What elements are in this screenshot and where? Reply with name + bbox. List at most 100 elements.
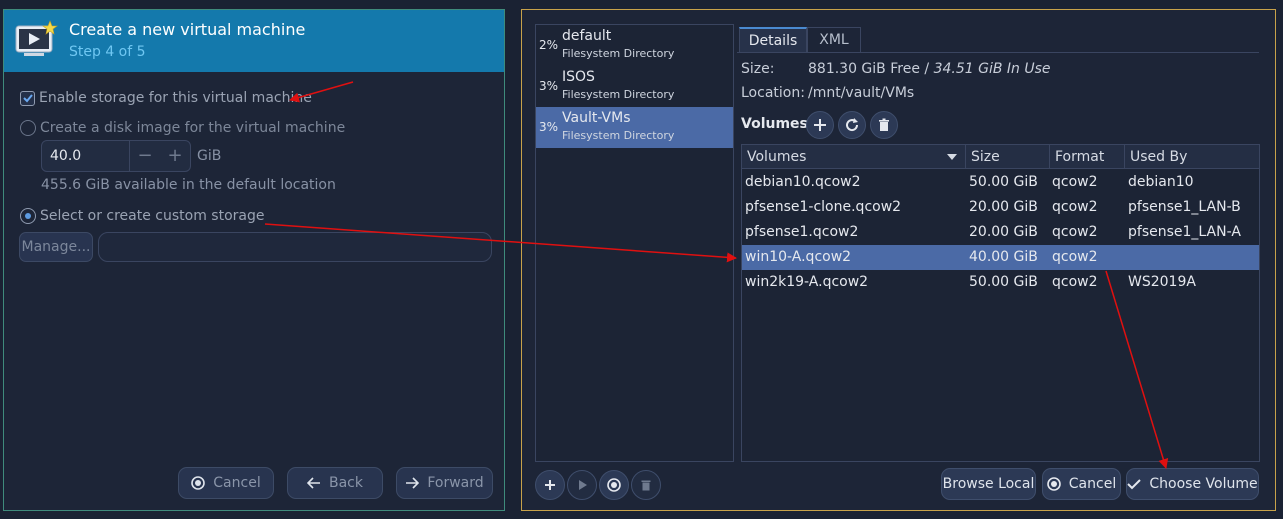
size-label: Size: (741, 61, 775, 77)
arrow-left-icon (307, 477, 320, 489)
checkmark-icon (1127, 479, 1142, 490)
volume-name: win2k19-A.qcow2 (745, 274, 869, 290)
column-header-volumes[interactable]: Volumes (742, 145, 966, 169)
table-row-selected[interactable]: win10-A.qcow2 40.00 GiB qcow2 (742, 245, 1259, 270)
new-vm-wizard-window: Create a new virtual machine Step 4 of 5… (3, 9, 505, 511)
tab-xml[interactable]: XML (807, 27, 861, 53)
pool-item-isos[interactable]: 3% ISOS Filesystem Directory (536, 66, 733, 107)
refresh-icon (846, 118, 859, 132)
delete-volume-button[interactable] (870, 111, 898, 139)
volume-name: pfsense1-clone.qcow2 (745, 199, 902, 215)
volume-name: debian10.qcow2 (745, 174, 861, 190)
custom-storage-radio[interactable] (20, 208, 36, 224)
volume-size: 50.00 GiB (969, 174, 1038, 190)
available-space-text: 455.6 GiB available in the default locat… (41, 177, 336, 193)
choose-volume-button[interactable]: Choose Volume (1126, 468, 1259, 500)
sort-down-icon (947, 154, 957, 160)
column-header-format[interactable]: Format (1050, 145, 1125, 169)
pool-usage: 3% (539, 79, 559, 93)
disk-size-stepper[interactable]: 40.0 − + (41, 140, 191, 172)
column-header-size[interactable]: Size (966, 145, 1050, 169)
column-header-volumes-label: Volumes (747, 149, 807, 165)
volume-format: qcow2 (1052, 224, 1098, 240)
manage-storage-button[interactable]: Manage... (19, 232, 93, 262)
create-disk-radio-row[interactable]: Create a disk image for the virtual mach… (20, 120, 345, 136)
storage-path-input[interactable] (98, 232, 492, 262)
volume-size: 20.00 GiB (969, 199, 1038, 215)
refresh-volumes-button[interactable] (838, 111, 866, 139)
create-disk-radio[interactable] (20, 120, 36, 136)
volume-used-by: WS2019A (1128, 274, 1196, 290)
volume-name: win10-A.qcow2 (745, 249, 852, 265)
wizard-cancel-button[interactable]: Cancel (178, 467, 274, 499)
disk-size-increment-button[interactable]: + (160, 141, 190, 171)
pool-type: Filesystem Directory (562, 47, 675, 60)
enable-storage-checkbox-row[interactable]: Enable storage for this virtual machine (20, 90, 312, 106)
tab-divider (737, 52, 1259, 53)
wizard-header: Create a new virtual machine Step 4 of 5 (4, 10, 504, 72)
delete-pool-button[interactable] (631, 470, 661, 500)
pool-type: Filesystem Directory (562, 129, 675, 142)
storage-pool-list: 2% default Filesystem Directory 3% ISOS … (535, 24, 734, 462)
pool-item-vault-vms[interactable]: 3% Vault-VMs Filesystem Directory (536, 107, 733, 148)
volume-used-by: pfsense1_LAN-B (1128, 199, 1241, 215)
table-row[interactable]: win2k19-A.qcow2 50.00 GiB qcow2 WS2019A (742, 270, 1259, 295)
wizard-title: Create a new virtual machine (69, 20, 306, 39)
disk-size-unit: GiB (197, 148, 222, 164)
enable-storage-label: Enable storage for this virtual machine (39, 90, 312, 106)
table-row[interactable]: pfsense1.qcow2 20.00 GiB qcow2 pfsense1_… (742, 220, 1259, 245)
virtual-machine-icon (15, 20, 58, 56)
volumes-heading: Volumes (741, 116, 808, 132)
arrow-right-icon (406, 477, 420, 489)
add-pool-button[interactable] (535, 470, 565, 500)
pool-name: ISOS (562, 69, 595, 85)
wizard-back-label: Back (329, 475, 363, 491)
size-free-text: 881.30 GiB Free / (808, 61, 934, 77)
add-volume-button[interactable] (806, 111, 834, 139)
volume-size: 40.00 GiB (969, 249, 1038, 265)
plus-icon (814, 119, 826, 131)
cancel-icon (191, 476, 206, 490)
wizard-forward-label: Forward (427, 475, 484, 491)
volume-size: 50.00 GiB (969, 274, 1038, 290)
wizard-cancel-label: Cancel (213, 475, 261, 491)
tab-details[interactable]: Details (739, 27, 807, 53)
stop-pool-button[interactable] (599, 470, 629, 500)
custom-storage-label: Select or create custom storage (40, 208, 265, 224)
table-row[interactable]: pfsense1-clone.qcow2 20.00 GiB qcow2 pfs… (742, 195, 1259, 220)
table-row[interactable]: debian10.qcow2 50.00 GiB qcow2 debian10 (742, 170, 1259, 195)
custom-storage-radio-row[interactable]: Select or create custom storage (20, 208, 265, 224)
browse-local-button[interactable]: Browse Local (941, 468, 1036, 500)
disk-size-value[interactable]: 40.0 (42, 141, 130, 171)
stop-icon (607, 478, 621, 492)
volume-format: qcow2 (1052, 274, 1098, 290)
column-header-used-by[interactable]: Used By (1125, 145, 1259, 169)
enable-storage-checkbox[interactable] (20, 90, 35, 106)
cancel-icon (1046, 477, 1061, 491)
volume-format: qcow2 (1052, 199, 1098, 215)
trash-icon (879, 118, 889, 131)
volume-size: 20.00 GiB (969, 224, 1038, 240)
pool-type: Filesystem Directory (562, 88, 675, 101)
storage-cancel-button[interactable]: Cancel (1042, 468, 1121, 500)
create-disk-label: Create a disk image for the virtual mach… (40, 120, 346, 136)
location-value: /mnt/vault/VMs (808, 85, 915, 101)
pool-usage: 3% (539, 120, 559, 134)
volume-format: qcow2 (1052, 174, 1098, 190)
pool-name: Vault-VMs (562, 110, 631, 126)
volumes-table: Volumes Size Format Used By debian10.qco… (741, 144, 1260, 462)
disk-size-decrement-button[interactable]: − (130, 141, 160, 171)
pool-usage: 2% (539, 38, 559, 52)
wizard-back-button[interactable]: Back (287, 467, 383, 499)
wizard-step: Step 4 of 5 (69, 44, 146, 60)
volume-used-by: pfsense1_LAN-A (1128, 224, 1241, 240)
pool-item-default[interactable]: 2% default Filesystem Directory (536, 25, 733, 66)
volume-used-by: debian10 (1128, 174, 1194, 190)
plus-icon (545, 480, 555, 490)
wizard-forward-button[interactable]: Forward (396, 467, 493, 499)
choose-volume-label: Choose Volume (1149, 476, 1258, 492)
pool-name: default (562, 28, 612, 44)
start-pool-button[interactable] (567, 470, 597, 500)
play-icon (579, 480, 587, 490)
checkmark-icon (22, 94, 33, 103)
